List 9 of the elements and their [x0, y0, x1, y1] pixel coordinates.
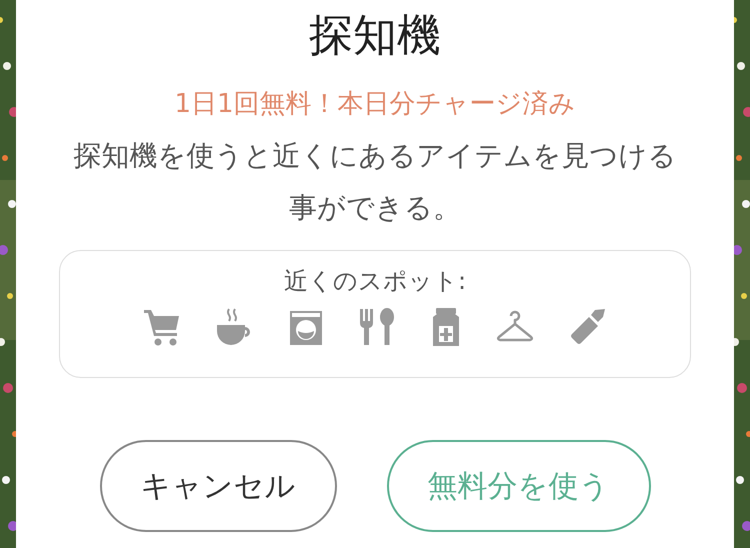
cutlery-icon — [357, 307, 397, 347]
medicine-bottle-icon — [430, 307, 462, 347]
spots-label: 近くのスポット: — [284, 266, 466, 297]
cart-icon — [142, 307, 182, 347]
lipstick-icon — [568, 307, 608, 347]
notice-text: 1日1回無料！本日分チャージ済み — [174, 88, 576, 121]
dialog-title: 探知機 — [309, 9, 441, 63]
cancel-button[interactable]: キャンセル — [100, 440, 336, 532]
description-text: 探知機を使うと近くにあるアイテムを見つける事ができる。 — [72, 138, 678, 226]
